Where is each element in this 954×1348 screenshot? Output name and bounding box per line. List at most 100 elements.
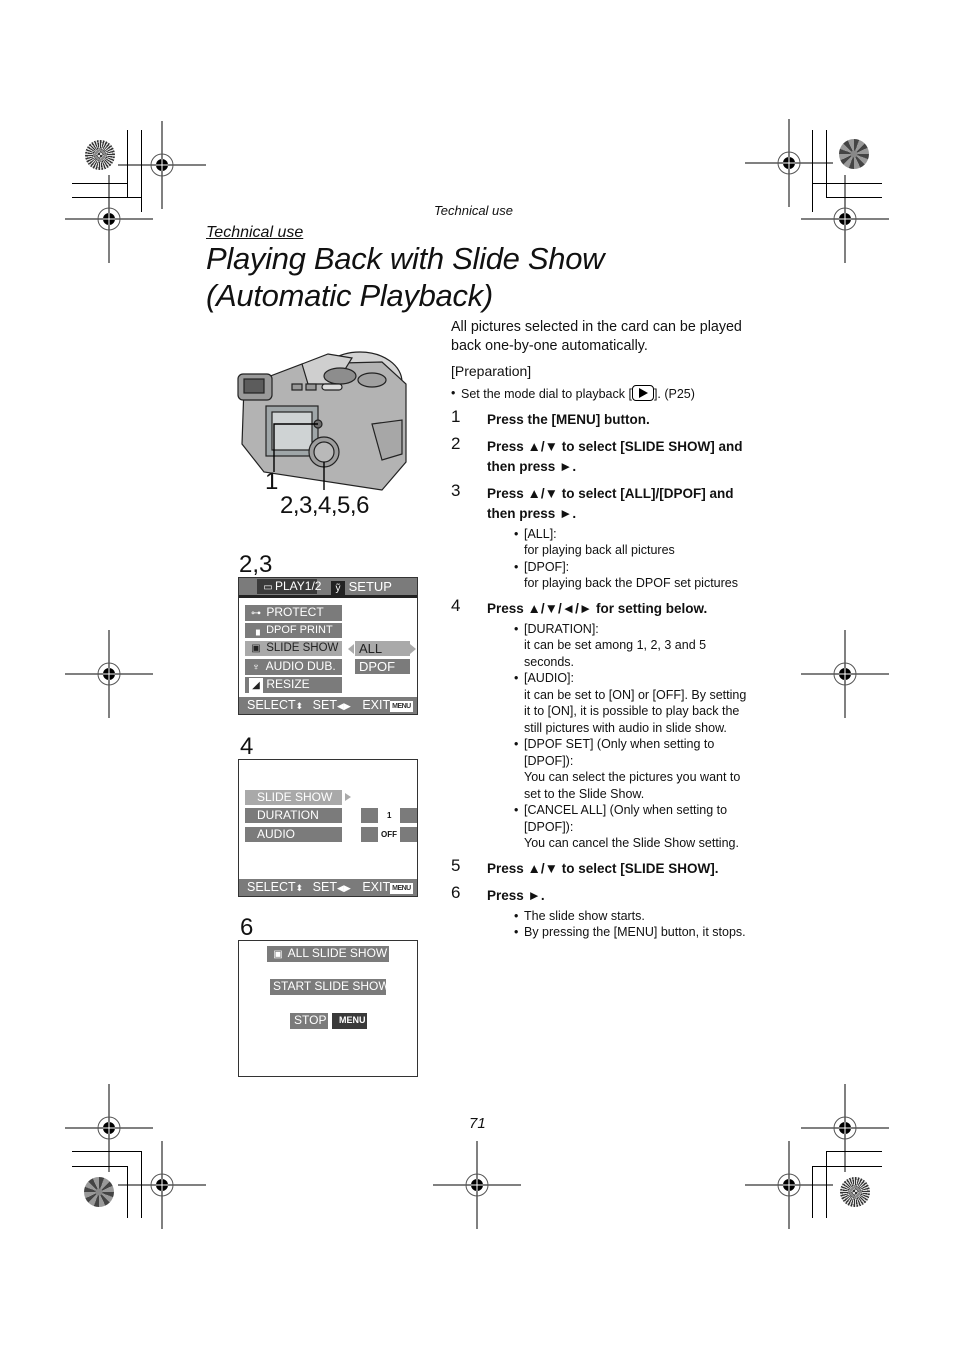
note-body: You can cancel the Slide Show setting. bbox=[524, 836, 739, 850]
print-icon: ▗ bbox=[252, 625, 260, 636]
tab-play-label: PLAY1/2 bbox=[275, 579, 322, 593]
footer-exit-label: EXIT bbox=[362, 880, 391, 894]
step-3: 3 Press ▲/▼ to select [ALL]/[DPOF] and th… bbox=[451, 481, 756, 592]
registration-target-icon bbox=[65, 1084, 153, 1172]
note-heading: [AUDIO]: bbox=[524, 671, 575, 685]
note-heading: The slide show starts. bbox=[524, 908, 645, 923]
slide-show-icon: ▣ bbox=[273, 949, 283, 960]
left-arrow-icon bbox=[348, 644, 354, 654]
note-body: it can be set to [ON] or [OFF]. By setti… bbox=[524, 687, 747, 735]
menu-chip-label: MENU bbox=[339, 1015, 366, 1025]
registration-target-icon bbox=[65, 175, 153, 263]
audio-value-box: OFF bbox=[361, 827, 417, 842]
running-head: Technical use bbox=[434, 203, 514, 218]
menu-item-dpof-print: ▗ DPOF PRINT bbox=[245, 623, 342, 638]
note-heading: [DPOF]: bbox=[524, 559, 570, 574]
step-number: 1 bbox=[451, 406, 461, 426]
step-6: 6 Press ►. The slide show starts. By pressi… bbox=[451, 882, 756, 941]
page-title: Playing Back with Slide Show (Automatic … bbox=[206, 240, 605, 314]
title-line-2: (Automatic Playback) bbox=[206, 278, 493, 313]
all-slide-show-banner: ▣ ALL SLIDE SHOW bbox=[267, 946, 389, 962]
left-right-arrows-icon: ◀▶ bbox=[336, 701, 351, 711]
step-number: 4 bbox=[451, 595, 461, 615]
left-right-arrows-icon: ◀▶ bbox=[336, 883, 351, 893]
step-number: 2 bbox=[451, 433, 461, 453]
preparation-bullet: Set the mode dial to playback []. (P25) bbox=[451, 385, 756, 403]
registration-target-icon bbox=[745, 1141, 833, 1229]
option-label: DPOF bbox=[359, 659, 396, 674]
page-number: 71 bbox=[469, 1115, 486, 1132]
note-heading: [DURATION]: bbox=[524, 621, 599, 636]
menu-item-label: SLIDE SHOW bbox=[257, 790, 333, 804]
preparation-label: [Preparation] bbox=[451, 363, 532, 379]
start-label: START SLIDE SHOW bbox=[273, 979, 390, 993]
registration-target-icon bbox=[65, 630, 153, 718]
menu-item-label: AUDIO bbox=[257, 827, 296, 841]
step-4: 4 Press ▲/▼/◄/► for setting below. [DURATI… bbox=[451, 595, 756, 852]
microphone-icon: ♆ bbox=[252, 662, 260, 673]
note-heading: By pressing the [MENU] button, it stops. bbox=[524, 925, 746, 939]
instructions: All pictures selected in the card can be… bbox=[451, 318, 756, 941]
footer-select-label: SELECT bbox=[247, 698, 296, 712]
menu-item-label: PROTECT bbox=[266, 605, 324, 619]
note-item: [AUDIO]: it can be set to [ON] or [OFF]. … bbox=[514, 670, 756, 736]
menu-item-label: AUDIO DUB. bbox=[265, 659, 336, 673]
registration-target-icon bbox=[801, 175, 889, 263]
menu-item-label: RESIZE bbox=[266, 677, 310, 691]
resize-icon: ◢ bbox=[249, 678, 263, 693]
note-body: it can be set among 1, 2, 3 and 5 second… bbox=[524, 638, 707, 669]
slide-show-icon: ▣ bbox=[251, 643, 261, 654]
audio-value: OFF bbox=[378, 827, 400, 842]
note-heading: [CANCEL ALL] (Only when setting to [DPOF… bbox=[524, 803, 728, 834]
slide-show-header: SLIDE SHOW bbox=[245, 790, 342, 805]
figure-label-6: 6 bbox=[240, 914, 254, 941]
menu-item-label: DPOF PRINT bbox=[266, 624, 333, 636]
tab-setup: ỹ SETUP bbox=[327, 579, 415, 596]
menu-screen-2-3: ▭ PLAY1/2 ỹ SETUP ⊶ PROTECT ▗ DPOF PRINT … bbox=[238, 577, 418, 715]
preparation-text: Set the mode dial to playback [ bbox=[461, 387, 632, 401]
step-text: Press the [MENU] button. bbox=[487, 411, 650, 427]
note-body: You can select the pictures you want to … bbox=[524, 770, 741, 801]
note-body: for playing back all pictures bbox=[524, 543, 675, 557]
figure-label-4: 4 bbox=[240, 733, 254, 760]
play-tab-icon: ▭ bbox=[263, 582, 273, 593]
registration-target-icon bbox=[801, 1084, 889, 1172]
stop-label: STOP bbox=[290, 1013, 328, 1029]
tab-play: ▭ PLAY1/2 bbox=[257, 579, 321, 594]
option-all: ALL bbox=[355, 641, 410, 656]
step-5: 5 Press ▲/▼ to select [SLIDE SHOW]. bbox=[451, 856, 756, 879]
title-line-1: Playing Back with Slide Show bbox=[206, 241, 605, 276]
playback-icon bbox=[631, 385, 654, 401]
menu-item-protect: ⊶ PROTECT bbox=[245, 605, 342, 621]
note-item: [DURATION]: it can be set among 1, 2, 3 a… bbox=[514, 621, 756, 671]
camera-illustration bbox=[237, 351, 407, 491]
start-slide-show-label: START SLIDE SHOW bbox=[270, 979, 390, 995]
figure-label-2-3: 2,3 bbox=[239, 551, 273, 578]
note-item: [DPOF SET] (Only when setting to [DPOF])… bbox=[514, 736, 756, 802]
footer-set-label: SET bbox=[312, 698, 337, 712]
slide-show-screen-6: ▣ ALL SLIDE SHOW START SLIDE SHOW STOP M… bbox=[238, 940, 418, 1077]
note-item: [CANCEL ALL] (Only when setting to [DPOF… bbox=[514, 802, 756, 852]
menu-button-icon: MENU bbox=[390, 883, 413, 894]
menu-button-icon: MENU bbox=[332, 1013, 367, 1029]
key-icon: ⊶ bbox=[251, 608, 261, 619]
menu-item-label: SLIDE SHOW bbox=[266, 642, 339, 654]
duration-value: 1 SEC. bbox=[378, 808, 400, 835]
note-item: [ALL]: for playing back all pictures bbox=[514, 526, 756, 559]
menu-item-resize: ◢ RESIZE bbox=[245, 677, 342, 693]
step-list: 1 Press the [MENU] button. 2 Press ▲/▼ to s… bbox=[451, 406, 756, 941]
note-heading: [ALL]: bbox=[524, 526, 557, 541]
note-body: for playing back the DPOF set pictures bbox=[524, 576, 738, 590]
intro-text: All pictures selected in the card can be… bbox=[451, 319, 742, 354]
option-dpof: DPOF bbox=[355, 659, 410, 674]
footer-exit-label: EXIT bbox=[362, 698, 391, 712]
menu-item-audio: AUDIO bbox=[245, 827, 342, 842]
menu-screen-4: SLIDE SHOW DURATION AUDIO 1 SEC. OFF SEL… bbox=[238, 759, 418, 897]
registration-target-icon bbox=[118, 121, 206, 209]
step-1: 1 Press the [MENU] button. bbox=[451, 406, 756, 430]
step-number: 6 bbox=[451, 882, 461, 902]
note-heading: [DPOF SET] (Only when setting to [DPOF])… bbox=[524, 737, 715, 768]
step-notes: The slide show starts. By pressing the [M… bbox=[514, 908, 756, 941]
screen-footer: SELECT⬍ SET◀▶ EXIT MENU bbox=[239, 697, 417, 714]
footer-set-label: SET bbox=[312, 880, 337, 894]
